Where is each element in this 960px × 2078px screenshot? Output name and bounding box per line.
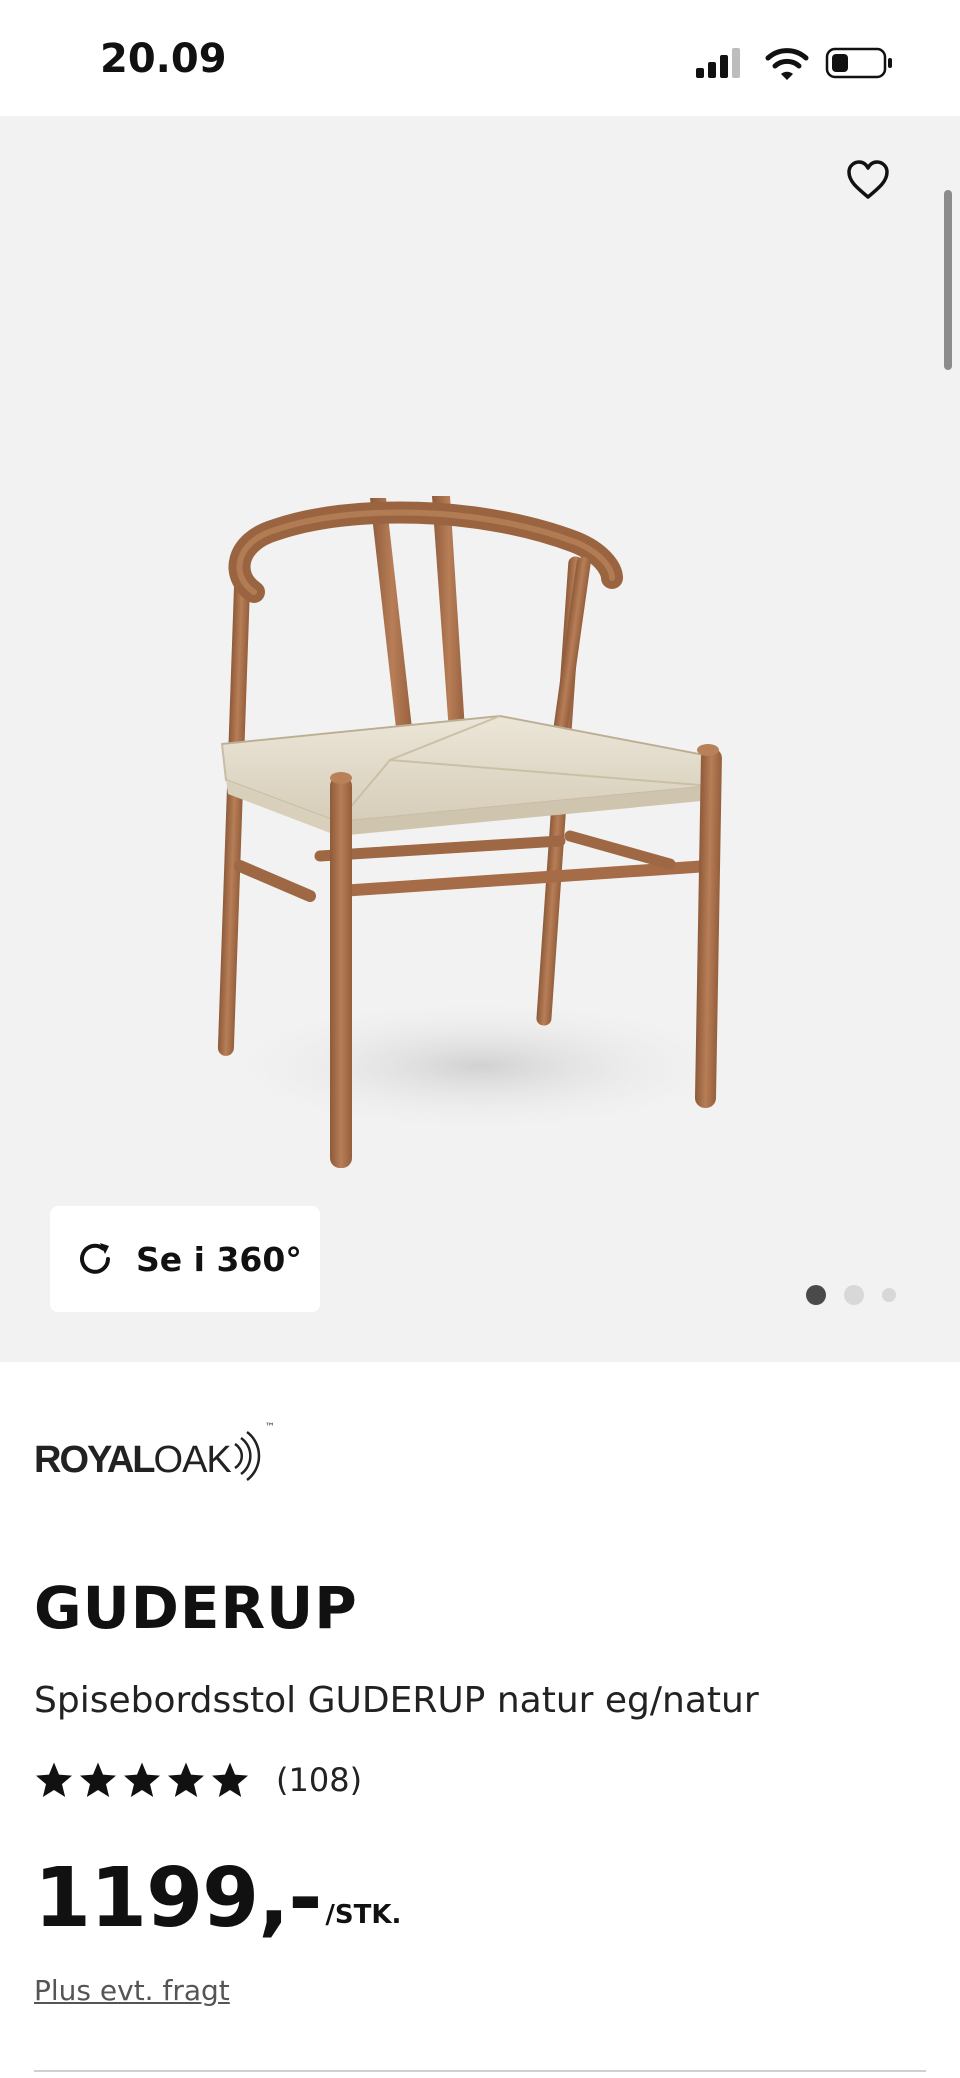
review-count[interactable]: (108) (276, 1761, 362, 1799)
signal-icon (696, 48, 740, 78)
heart-outline-icon (847, 160, 889, 199)
brand-trademark: ™ (264, 1422, 275, 1433)
status-time: 20.09 (100, 36, 227, 82)
gallery-dot[interactable] (844, 1285, 864, 1305)
status-bar: 20.09 (0, 0, 960, 116)
star-icon (168, 1762, 204, 1797)
favorite-button[interactable] (840, 152, 896, 208)
brand-logo-royal: ROYAL (34, 1439, 156, 1481)
gallery-pagination[interactable] (806, 1284, 914, 1306)
rating-stars (34, 1760, 254, 1800)
gallery-dot-active[interactable] (806, 1285, 826, 1305)
brand-logo-oak: OAK (153, 1439, 232, 1481)
divider (34, 2070, 926, 2072)
brand-arcs-icon (234, 1431, 260, 1481)
status-icons (696, 44, 896, 84)
price-row: 1199,- /STK. (34, 1858, 401, 1940)
product-gallery[interactable]: Se i 360° (0, 116, 960, 1362)
view-360-label: Se i 360° (136, 1239, 302, 1279)
product-description: Spisebordsstol GUDERUP natur eg/natur (34, 1680, 759, 1721)
battery-icon (825, 47, 892, 79)
star-icon (36, 1762, 72, 1797)
star-icon (80, 1762, 116, 1797)
scrollbar[interactable] (944, 190, 952, 370)
wifi-icon (765, 48, 809, 80)
rotate-icon (80, 1243, 110, 1274)
product-rating[interactable]: (108) (34, 1760, 362, 1800)
gallery-dot[interactable] (882, 1288, 896, 1302)
brand-logo[interactable]: ROYAL OAK ™ (34, 1418, 275, 1482)
product-image[interactable] (200, 346, 760, 1176)
price-unit: /STK. (325, 1900, 402, 1930)
product-price: 1199,- (34, 1851, 322, 1946)
product-name: GUDERUP (34, 1574, 358, 1642)
shipping-link[interactable]: Plus evt. fragt (34, 1974, 230, 2007)
star-icon (124, 1762, 160, 1797)
view-360-button[interactable]: Se i 360° (50, 1206, 320, 1312)
star-icon (212, 1762, 248, 1797)
